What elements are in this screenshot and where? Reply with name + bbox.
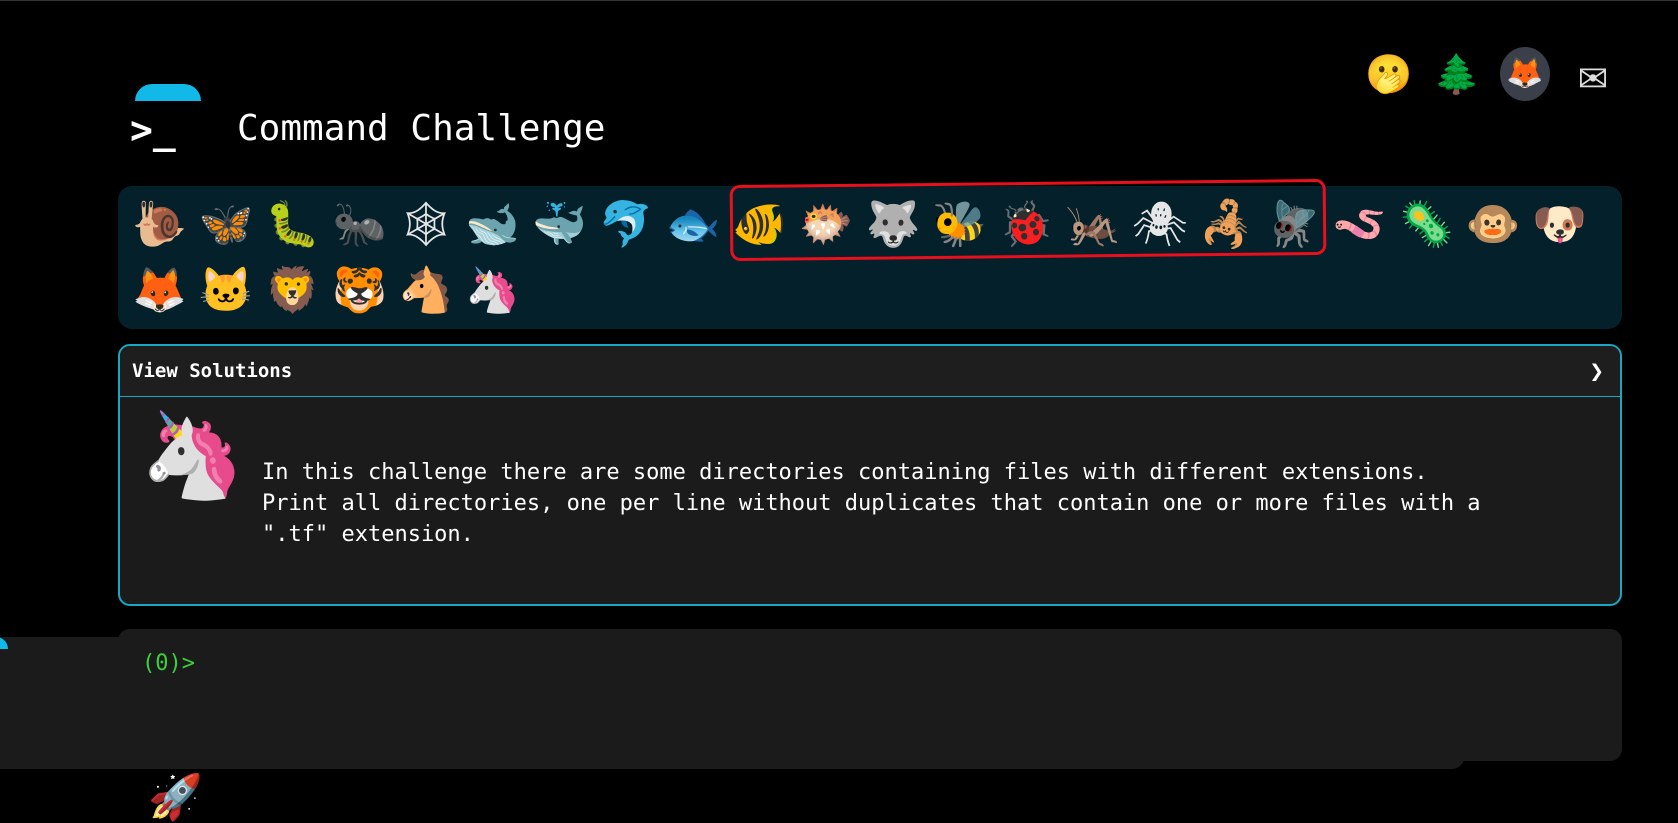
spouting-whale-icon[interactable]: 🐳 xyxy=(526,195,593,255)
view-solutions-toggle[interactable]: View Solutions ❯ xyxy=(120,346,1620,397)
terminal-logo-icon: >_ xyxy=(130,108,176,152)
cricket-icon[interactable]: 🦗 xyxy=(1060,195,1127,255)
spider-web-icon[interactable]: 🕸 xyxy=(393,195,460,255)
wolf-icon[interactable]: 🐺 xyxy=(860,195,927,255)
mail-icon[interactable]: ✉ xyxy=(1568,48,1618,100)
tropical-fish-icon[interactable]: 🐠 xyxy=(726,195,793,255)
butterfly-icon[interactable]: 🦋 xyxy=(193,195,260,255)
worm-icon[interactable]: 🪱 xyxy=(1326,195,1393,255)
terminal-prompt: (0)> xyxy=(142,651,195,676)
unicorn-icon: 🦄 xyxy=(140,406,245,504)
whale-icon[interactable]: 🐋 xyxy=(459,195,526,255)
tree-icon[interactable]: 🌲 xyxy=(1432,48,1482,100)
fly-icon[interactable]: 🪰 xyxy=(1260,195,1327,255)
view-solutions-label: View Solutions xyxy=(132,360,293,382)
terminal-dome xyxy=(0,637,8,649)
dolphin-icon[interactable]: 🐬 xyxy=(593,195,660,255)
challenge-row-1: 🐌 🦋 🐛 🐜 🕸 🐋 🐳 🐬 🐟 🐠 🐡 🐺 🐝 🐞 🦗 🕷 🦂 🪰 🪱 🦠 🐵 🐶 xyxy=(126,192,1614,258)
logo-dome xyxy=(135,84,201,101)
horse-icon[interactable]: 🐴 xyxy=(393,261,460,321)
ant-icon[interactable]: 🐜 xyxy=(326,195,393,255)
rocket-icon: 🚀 xyxy=(148,772,203,823)
terminal-input[interactable]: (0)> xyxy=(118,629,1622,761)
spider-icon[interactable]: 🕷 xyxy=(1126,195,1193,255)
fish-icon[interactable]: 🐟 xyxy=(660,195,727,255)
top-border xyxy=(0,0,1678,1)
gitlab-icon: 🦊 xyxy=(1500,47,1550,101)
blowfish-icon[interactable]: 🐡 xyxy=(793,195,860,255)
site-title: Command Challenge xyxy=(237,108,606,149)
tiger-icon[interactable]: 🐯 xyxy=(326,261,393,321)
challenge-row-2: 🦊 🐱 🦁 🐯 🐴 🦄 xyxy=(126,258,1614,324)
unicorn-icon[interactable]: 🦄 xyxy=(459,261,526,321)
gitlab-link[interactable]: 🦊 xyxy=(1500,47,1550,101)
monkey-icon[interactable]: 🐵 xyxy=(1460,195,1527,255)
ladybug-icon[interactable]: 🐞 xyxy=(993,195,1060,255)
fox-icon[interactable]: 🦊 xyxy=(126,261,193,321)
chevron-right-icon: ❯ xyxy=(1589,357,1604,385)
snail-icon[interactable]: 🐌 xyxy=(126,195,193,255)
bee-icon[interactable]: 🐝 xyxy=(926,195,993,255)
footer: 🚀 xyxy=(148,776,203,820)
microbe-icon[interactable]: 🦠 xyxy=(1393,195,1460,255)
site-logo[interactable]: >_ xyxy=(130,82,201,152)
lion-icon[interactable]: 🦁 xyxy=(259,261,326,321)
challenge-selector: 🐌 🦋 🐛 🐜 🕸 🐋 🐳 🐬 🐟 🐠 🐡 🐺 🐝 🐞 🦗 🕷 🦂 🪰 🪱 🦠 🐵 🐶 🦊 🐱 🦁 🐯 🐴 🦄 xyxy=(118,186,1622,329)
scorpion-icon[interactable]: 🦂 xyxy=(1193,195,1260,255)
challenge-description: In this challenge there are some directo… xyxy=(262,460,1481,547)
caterpillar-icon[interactable]: 🐛 xyxy=(259,195,326,255)
cat-icon[interactable]: 🐱 xyxy=(193,261,260,321)
dog-icon[interactable]: 🐶 xyxy=(1526,195,1593,255)
shushing-face-icon[interactable]: 🫢 xyxy=(1364,48,1414,100)
solutions-panel: View Solutions ❯ 🦄 In this challenge the… xyxy=(118,344,1622,606)
challenge-body: 🦄 In this challenge there are some direc… xyxy=(120,397,1620,604)
